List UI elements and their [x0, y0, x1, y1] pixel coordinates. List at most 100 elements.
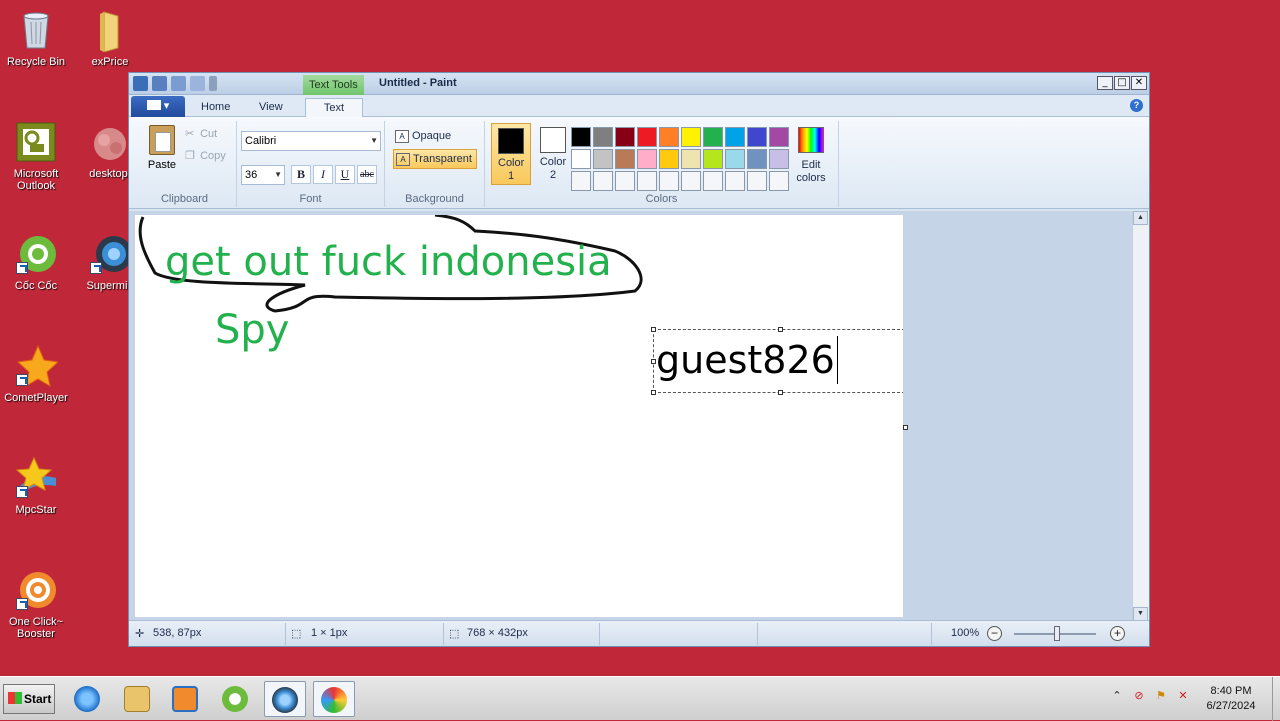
scroll-down-icon[interactable]: ▼ — [1133, 607, 1148, 621]
scroll-up-icon[interactable]: ▲ — [1133, 211, 1148, 225]
resize-handle[interactable] — [778, 390, 783, 395]
palette-swatch[interactable] — [703, 171, 723, 191]
palette-swatch[interactable] — [725, 149, 745, 169]
palette-swatch[interactable] — [681, 149, 701, 169]
palette-swatch[interactable] — [769, 149, 789, 169]
minimize-button[interactable]: _ — [1097, 76, 1113, 90]
strikethrough-button[interactable]: abc — [357, 165, 377, 184]
taskbar-app-internet-explorer[interactable] — [66, 681, 108, 717]
palette-swatch[interactable] — [725, 127, 745, 147]
show-desktop-button[interactable] — [1272, 677, 1280, 721]
title-bar: Text Tools Untitled - Paint _ □ ✕ — [129, 73, 1149, 95]
palette-swatch[interactable] — [593, 171, 613, 191]
edit-colors-button[interactable]: Edit colors — [791, 125, 831, 185]
palette-swatch[interactable] — [769, 127, 789, 147]
font-size-select[interactable]: 36 ▼ — [241, 165, 285, 185]
font-family-select[interactable]: Calibri ▼ — [241, 131, 381, 151]
cut-button[interactable]: ✂ Cut — [185, 127, 217, 140]
palette-swatch[interactable] — [659, 149, 679, 169]
close-button[interactable]: ✕ — [1131, 76, 1147, 90]
cursor-position: 538, 87px — [153, 627, 202, 639]
palette-swatch[interactable] — [681, 127, 701, 147]
palette-swatch[interactable] — [769, 171, 789, 191]
resize-handle[interactable] — [651, 390, 656, 395]
palette-swatch[interactable] — [637, 171, 657, 191]
palette-swatch[interactable] — [637, 127, 657, 147]
volume-muted-icon[interactable]: ✕ — [1176, 689, 1190, 703]
palette-swatch[interactable] — [637, 149, 657, 169]
palette-swatch[interactable] — [747, 171, 767, 191]
palette-swatch[interactable] — [681, 171, 701, 191]
taskbar-app-file-explorer[interactable] — [116, 681, 158, 717]
internet-explorer-icon — [74, 686, 100, 712]
cursor-icon: ✛ — [135, 628, 145, 640]
desktop-icon-oneclick-booster[interactable]: One Click~ Booster — [0, 568, 72, 640]
clock-time: 8:40 PM — [1210, 685, 1252, 697]
paint-menu-button[interactable]: ▾ — [131, 96, 185, 117]
underline-button[interactable]: U — [335, 165, 355, 184]
color2-button[interactable]: Color 2 — [533, 123, 573, 185]
palette-swatch[interactable] — [571, 171, 591, 191]
undo-icon[interactable] — [171, 76, 186, 91]
desktop-icon-coccoc[interactable]: Cốc Cốc — [0, 232, 72, 292]
opaque-label: Opaque — [412, 130, 452, 142]
save-icon[interactable] — [152, 76, 167, 91]
tab-text[interactable]: Text — [305, 98, 363, 117]
canvas-resize-handle[interactable] — [903, 425, 908, 430]
paste-button[interactable]: Paste — [143, 125, 181, 171]
palette-swatch[interactable] — [725, 171, 745, 191]
desktop-icon-recycle-bin[interactable]: Recycle Bin — [0, 8, 72, 68]
start-button[interactable]: Start — [3, 684, 55, 714]
taskbar-app-media-player[interactable] — [164, 681, 206, 717]
start-label: Start — [24, 692, 52, 706]
maximize-button[interactable]: □ — [1114, 76, 1130, 90]
resize-handle[interactable] — [778, 327, 783, 332]
paint-app-icon[interactable] — [133, 76, 148, 91]
palette-swatch[interactable] — [659, 171, 679, 191]
tab-home[interactable]: Home — [191, 98, 240, 117]
palette-swatch[interactable] — [659, 127, 679, 147]
taskbar-app-paint[interactable] — [313, 681, 355, 717]
network-warning-icon[interactable]: ⊘ — [1132, 689, 1146, 703]
palette-swatch[interactable] — [615, 149, 635, 169]
italic-button[interactable]: I — [313, 165, 333, 184]
transparent-option[interactable]: A Transparent — [393, 149, 477, 169]
taskbar-app-browser[interactable] — [264, 681, 306, 717]
background-group: A Opaque A Transparent Background — [385, 121, 485, 207]
drawing-canvas[interactable]: get out fuck indonesia Spy guest826 — [135, 215, 903, 617]
text-box[interactable]: guest826 — [651, 327, 903, 395]
opaque-icon: A — [395, 129, 409, 143]
vertical-scrollbar[interactable]: ▲ ▼ — [1132, 211, 1149, 621]
desktop-icon-exprice[interactable]: exPrice — [74, 8, 146, 68]
desktop-icon-cometplayer[interactable]: CometPlayer — [0, 344, 72, 404]
zoom-out-button[interactable]: − — [987, 626, 1002, 641]
redo-icon[interactable] — [190, 76, 205, 91]
palette-swatch[interactable] — [593, 127, 613, 147]
palette-swatch[interactable] — [747, 149, 767, 169]
resize-handle[interactable] — [651, 327, 656, 332]
palette-swatch[interactable] — [571, 149, 591, 169]
tab-view[interactable]: View — [249, 98, 293, 117]
desktop-icon-outlook[interactable]: Microsoft Outlook — [0, 120, 72, 192]
copy-button[interactable]: ❐ Copy — [185, 149, 226, 162]
bold-button[interactable]: B — [291, 165, 311, 184]
palette-swatch[interactable] — [615, 127, 635, 147]
tray-expand-icon[interactable]: ⌃ — [1110, 689, 1124, 703]
zoom-slider-thumb[interactable] — [1054, 626, 1060, 641]
action-center-icon[interactable]: ⚑ — [1154, 689, 1168, 703]
color1-button[interactable]: Color 1 — [491, 123, 531, 185]
resize-handle[interactable] — [651, 359, 656, 364]
zoom-in-button[interactable]: + — [1110, 626, 1125, 641]
palette-swatch[interactable] — [615, 171, 635, 191]
opaque-option[interactable]: A Opaque — [393, 127, 455, 147]
clock[interactable]: 8:40 PM 6/27/2024 — [1196, 684, 1266, 714]
palette-swatch[interactable] — [703, 149, 723, 169]
palette-swatch[interactable] — [593, 149, 613, 169]
customize-qat-icon[interactable] — [209, 76, 217, 91]
palette-swatch[interactable] — [703, 127, 723, 147]
desktop-icon-mpcstar[interactable]: MpcStar — [0, 456, 72, 516]
help-icon[interactable]: ? — [1130, 99, 1143, 112]
palette-swatch[interactable] — [571, 127, 591, 147]
taskbar-app-coccoc[interactable] — [214, 681, 256, 717]
palette-swatch[interactable] — [747, 127, 767, 147]
